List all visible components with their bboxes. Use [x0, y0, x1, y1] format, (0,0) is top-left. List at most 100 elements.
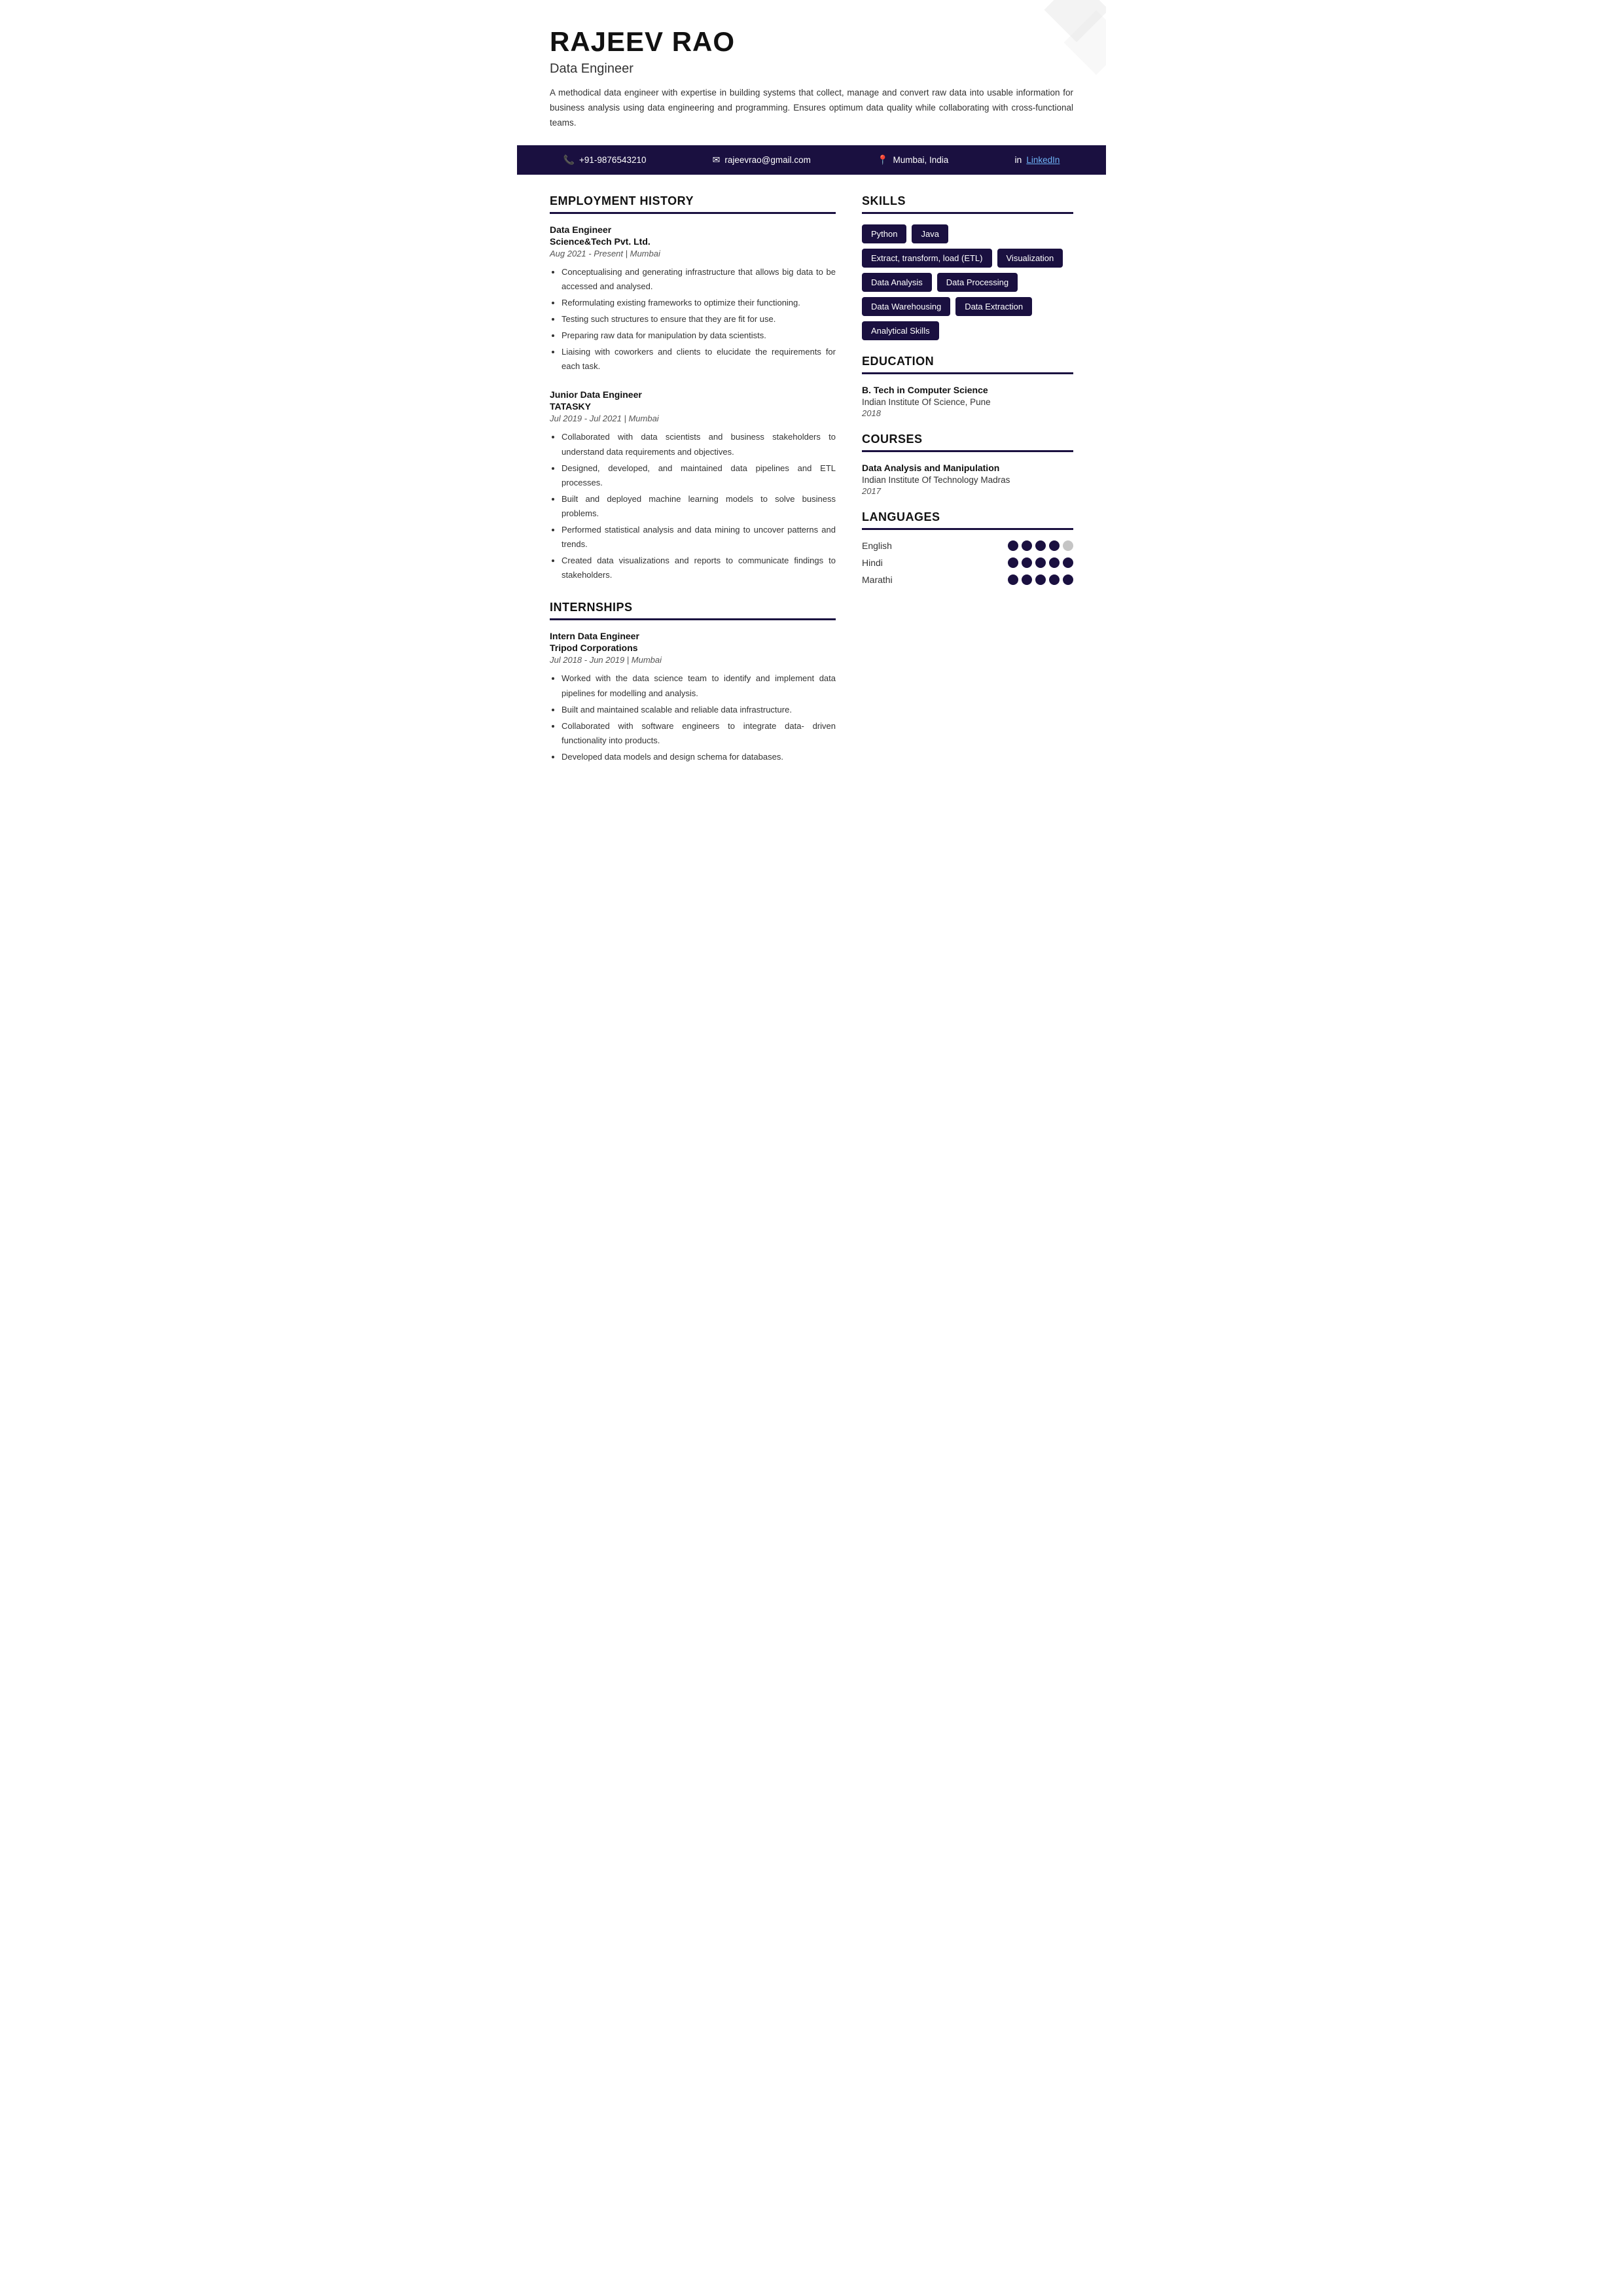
courses-section-title: COURSES — [862, 433, 1073, 452]
education-section: EDUCATION B. Tech in Computer ScienceInd… — [862, 355, 1073, 418]
employment-section: EMPLOYMENT HISTORY Data EngineerScience&… — [550, 194, 836, 583]
dot-filled — [1035, 574, 1046, 585]
list-item: Worked with the data science team to ide… — [562, 671, 836, 700]
list-item: Built and maintained scalable and reliab… — [562, 703, 836, 717]
job-entry: Intern Data Engineer Tripod Corporations J… — [550, 631, 836, 764]
job-bullets: Worked with the data science team to ide… — [550, 671, 836, 764]
list-item: Collaborated with data scientists and bu… — [562, 430, 836, 459]
edu-year: 2018 — [862, 408, 1073, 418]
list-item: Developed data models and design schema … — [562, 750, 836, 764]
dot-filled — [1035, 540, 1046, 551]
contact-email: ✉ rajeevrao@gmail.com — [713, 154, 811, 166]
employment-section-title: EMPLOYMENT HISTORY — [550, 194, 836, 214]
edu-institution: Indian Institute Of Science, Pune — [862, 397, 1073, 407]
languages-section-title: LANGUAGES — [862, 510, 1073, 530]
dot-filled — [1049, 557, 1060, 568]
job-company: Science&Tech Pvt. Ltd. — [550, 236, 836, 247]
education-entries: B. Tech in Computer ScienceIndian Instit… — [862, 385, 1073, 418]
job-meta: Aug 2021 - Present | Mumbai — [550, 249, 836, 258]
phone-icon: 📞 — [563, 154, 575, 166]
list-item: Collaborated with software engineers to … — [562, 719, 836, 748]
skill-tag: Python — [862, 224, 906, 243]
email-address: rajeevrao@gmail.com — [724, 155, 811, 165]
list-item: Testing such structures to ensure that t… — [562, 312, 836, 327]
language-name: English — [862, 540, 914, 551]
linkedin-link[interactable]: LinkedIn — [1026, 155, 1060, 165]
job-meta: Jul 2018 - Jun 2019 | Mumbai — [550, 655, 836, 665]
skill-tag: Data Warehousing — [862, 297, 950, 316]
list-item: Performed statistical analysis and data … — [562, 523, 836, 552]
courses-section: COURSES Data Analysis and Manipulation In… — [862, 433, 1073, 496]
list-item: Reformulating existing frameworks to opt… — [562, 296, 836, 310]
language-row: Marathi — [862, 574, 1073, 585]
education-entry: B. Tech in Computer ScienceIndian Instit… — [862, 385, 1073, 418]
job-bullets: Conceptualising and generating infrastru… — [550, 265, 836, 374]
dot-filled — [1008, 574, 1018, 585]
list-item: Built and deployed machine learning mode… — [562, 492, 836, 521]
skill-tag: Visualization — [997, 249, 1063, 268]
candidate-title: Data Engineer — [550, 62, 1073, 77]
location-icon: 📍 — [877, 154, 888, 166]
contact-bar: 📞 +91-9876543210 ✉ rajeevrao@gmail.com 📍… — [517, 145, 1106, 175]
skill-tag: Extract, transform, load (ETL) — [862, 249, 992, 268]
candidate-name: RAJEEV RAO — [550, 26, 1073, 58]
left-column: EMPLOYMENT HISTORY Data EngineerScience&… — [550, 194, 836, 783]
course-name: Data Analysis and Manipulation — [862, 463, 1073, 473]
education-section-title: EDUCATION — [862, 355, 1073, 374]
list-item: Preparing raw data for manipulation by d… — [562, 328, 836, 343]
contact-phone: 📞 +91-9876543210 — [563, 154, 647, 166]
job-title: Data Engineer — [550, 224, 836, 235]
linkedin-icon: in — [1014, 154, 1022, 165]
dot-filled — [1008, 540, 1018, 551]
skill-tag: Java — [912, 224, 948, 243]
dot-filled — [1063, 557, 1073, 568]
list-item: Created data visualizations and reports … — [562, 554, 836, 582]
language-dots — [1008, 557, 1073, 568]
course-institution: Indian Institute Of Technology Madras — [862, 475, 1073, 485]
candidate-summary: A methodical data engineer with expertis… — [550, 86, 1073, 131]
main-layout: EMPLOYMENT HISTORY Data EngineerScience&… — [550, 194, 1073, 783]
right-column: SKILLS Python Java Extract, transform, loa… — [862, 194, 1073, 783]
dot-filled — [1049, 540, 1060, 551]
language-dots — [1008, 540, 1073, 551]
language-row: English — [862, 540, 1073, 551]
languages-section: LANGUAGES English Hindi Marathi — [862, 510, 1073, 585]
courses-entries: Data Analysis and Manipulation Indian Ins… — [862, 463, 1073, 496]
dot-filled — [1063, 574, 1073, 585]
job-meta: Jul 2019 - Jul 2021 | Mumbai — [550, 414, 836, 423]
internships-section: INTERNSHIPS Intern Data Engineer Tripod C… — [550, 601, 836, 764]
dot-filled — [1008, 557, 1018, 568]
dot-filled — [1022, 540, 1032, 551]
contact-linkedin[interactable]: in LinkedIn — [1014, 154, 1060, 165]
job-company: Tripod Corporations — [550, 643, 836, 653]
header-section: RAJEEV RAO Data Engineer A methodical da… — [550, 26, 1073, 131]
email-icon: ✉ — [713, 154, 721, 166]
language-dots — [1008, 574, 1073, 585]
language-name: Marathi — [862, 574, 914, 585]
skill-tag: Data Analysis — [862, 273, 932, 292]
dot-filled — [1022, 574, 1032, 585]
skill-tag: Data Processing — [937, 273, 1018, 292]
employment-jobs: Data EngineerScience&Tech Pvt. Ltd. Aug 2… — [550, 224, 836, 583]
job-title: Intern Data Engineer — [550, 631, 836, 641]
course-year: 2017 — [862, 486, 1073, 496]
language-name: Hindi — [862, 557, 914, 568]
skills-section-title: SKILLS — [862, 194, 1073, 214]
job-bullets: Collaborated with data scientists and bu… — [550, 430, 836, 582]
location-text: Mumbai, India — [893, 155, 948, 165]
course-entry: Data Analysis and Manipulation Indian Ins… — [862, 463, 1073, 496]
internships-section-title: INTERNSHIPS — [550, 601, 836, 620]
skills-section: SKILLS Python Java Extract, transform, loa… — [862, 194, 1073, 340]
list-item: Designed, developed, and maintained data… — [562, 461, 836, 490]
job-entry: Junior Data EngineerTATASKYJul 2019 - Ju… — [550, 389, 836, 582]
list-item: Liaising with coworkers and clients to e… — [562, 345, 836, 374]
dot-filled — [1022, 557, 1032, 568]
phone-number: +91-9876543210 — [579, 155, 646, 165]
skill-tag: Data Extraction — [955, 297, 1032, 316]
skill-tag: Analytical Skills — [862, 321, 939, 340]
language-row: Hindi — [862, 557, 1073, 568]
job-company: TATASKY — [550, 401, 836, 412]
skills-container: Python Java Extract, transform, load (ETL)… — [862, 224, 1073, 340]
internship-jobs: Intern Data Engineer Tripod Corporations J… — [550, 631, 836, 764]
dot-empty — [1063, 540, 1073, 551]
